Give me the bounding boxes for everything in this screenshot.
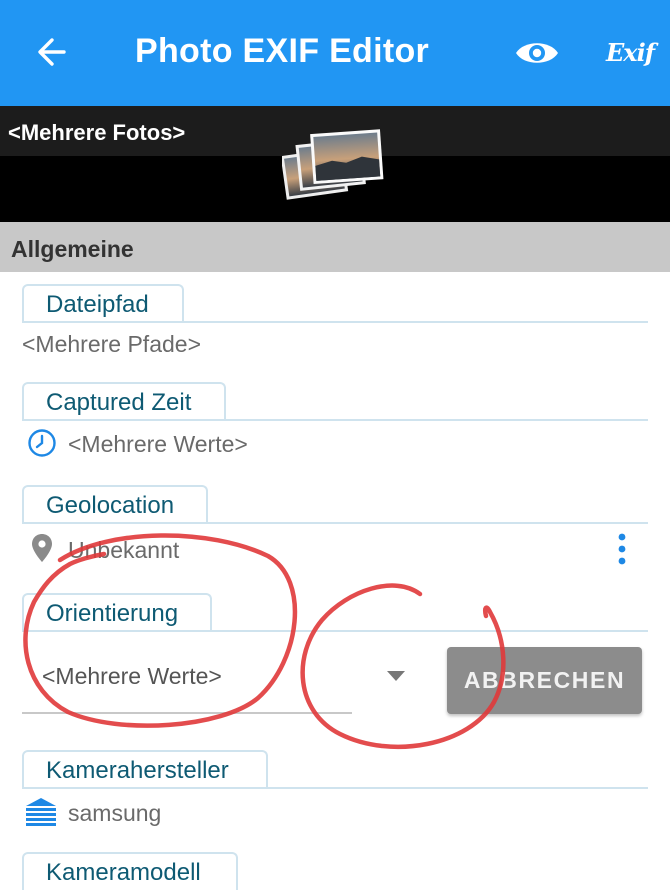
clock-icon [28,429,56,457]
dropdown-underline [22,712,352,714]
captured-divider [22,419,648,421]
app-bar: Photo EXIF Editor Exif [0,0,670,106]
photo-stack-icon[interactable] [282,128,386,204]
filepath-value[interactable]: <Mehrere Pfade> [22,331,201,358]
maker-tab: Kamerahersteller [22,750,268,788]
banner-label: <Mehrere Fotos> [8,120,186,145]
building-icon [26,798,56,826]
maker-divider [22,787,648,789]
app-title: Photo EXIF Editor [135,32,430,70]
orientation-tab: Orientierung [22,593,212,631]
dropdown-arrow-icon[interactable] [386,670,406,682]
filepath-tab: Dateipfad [22,284,184,322]
maker-label: Kamerahersteller [46,757,229,784]
captured-tab: Captured Zeit [22,382,226,420]
geolocation-divider [22,522,648,524]
model-tab: Kameramodell [22,852,238,890]
section-header-general: Allgemeine [0,222,670,272]
captured-value[interactable]: <Mehrere Werte> [68,431,248,458]
location-pin-icon [32,534,52,562]
orientation-dropdown-value[interactable]: <Mehrere Werte> [42,663,222,690]
captured-label: Captured Zeit [46,389,192,416]
maker-value[interactable]: samsung [68,800,161,827]
cancel-button[interactable]: ABBRECHEN [447,647,642,714]
section-title: Allgemeine [11,236,134,262]
back-arrow-icon[interactable] [34,34,70,70]
photos-banner: <Mehrere Fotos> [0,106,670,222]
filepath-label: Dateipfad [46,291,149,318]
geolocation-label: Geolocation [46,492,175,519]
eye-icon[interactable] [514,36,560,70]
geolocation-value[interactable]: Unbekannt [68,537,179,564]
filepath-divider [22,321,648,323]
orientation-divider [22,630,648,632]
geolocation-tab: Geolocation [22,485,208,523]
model-label: Kameramodell [46,859,201,886]
exif-icon[interactable]: Exif [606,38,655,67]
more-vert-icon[interactable] [615,532,629,566]
orientation-label: Orientierung [46,600,179,627]
